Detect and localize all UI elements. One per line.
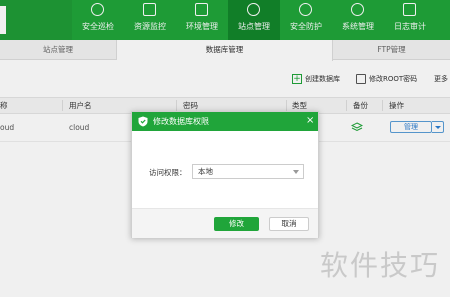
watermark: 软件技巧 — [320, 249, 441, 282]
confirm-modify-button[interactable]: 修改 — [214, 217, 259, 231]
access-permission-value: 本地 — [198, 167, 213, 176]
close-icon[interactable]: × — [306, 115, 314, 127]
modify-database-permission-dialog: 修改数据库权限 × 访问权限： 本地 修改 取消 — [131, 111, 319, 238]
shield-icon — [138, 116, 148, 127]
access-permission-label: 访问权限： — [149, 168, 187, 177]
dialog-footer: 修改 取消 — [132, 208, 318, 238]
dialog-title: 修改数据库权限 — [153, 117, 209, 126]
access-permission-select[interactable]: 本地 — [192, 164, 304, 179]
dialog-header: 修改数据库权限 × — [132, 112, 318, 131]
cancel-button[interactable]: 取消 — [269, 217, 309, 231]
chevron-down-icon — [293, 170, 299, 174]
